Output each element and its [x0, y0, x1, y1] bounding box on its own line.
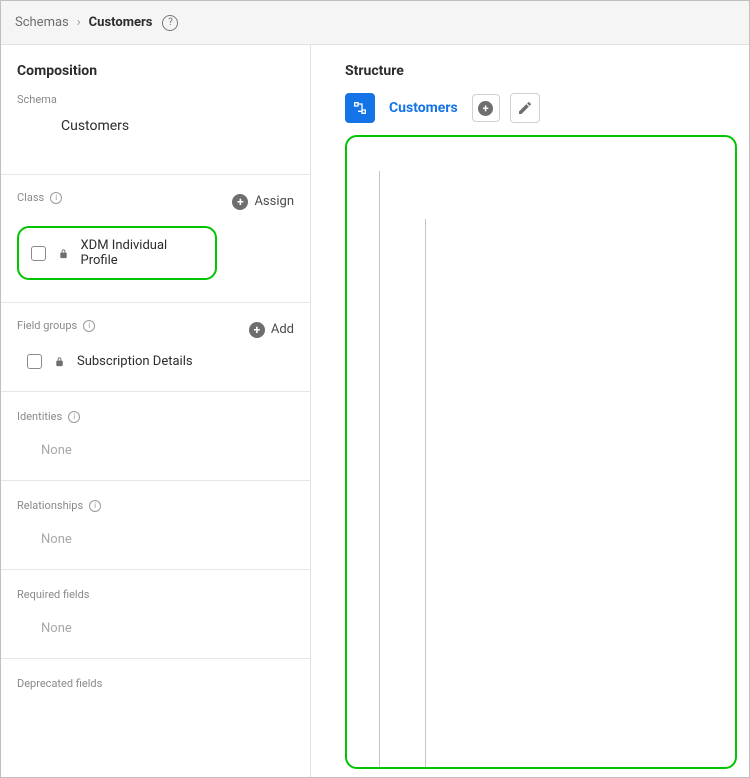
add-button[interactable]: + Add — [249, 322, 294, 338]
breadcrumb-separator: › — [77, 15, 81, 30]
help-icon[interactable]: ? — [162, 15, 178, 31]
edit-button[interactable] — [510, 93, 540, 123]
deprecated-label: Deprecated fields — [17, 677, 294, 690]
checkbox-icon[interactable] — [31, 246, 46, 261]
info-icon[interactable]: i — [83, 320, 95, 332]
class-name: XDM Individual Profile — [81, 238, 203, 268]
class-label: Class i — [17, 191, 62, 204]
required-label: Required fields — [17, 588, 294, 601]
plus-icon: + — [232, 194, 248, 210]
highlighted-fields-panel — [345, 135, 737, 769]
fieldgroup-item[interactable]: Subscription Details — [17, 354, 294, 369]
structure-panel: Structure Customers + — [311, 45, 749, 777]
required-none: None — [17, 609, 294, 636]
lock-icon — [54, 356, 65, 367]
schema-name[interactable]: Customers — [17, 114, 294, 152]
assign-button[interactable]: + Assign — [232, 194, 294, 210]
info-icon[interactable]: i — [68, 411, 80, 423]
add-field-button[interactable]: + — [472, 94, 500, 122]
breadcrumb-parent[interactable]: Schemas — [15, 15, 69, 30]
structure-title: Structure — [345, 63, 737, 79]
checkbox-icon[interactable] — [27, 354, 42, 369]
composition-title: Composition — [17, 63, 294, 79]
breadcrumb-current: Customers — [89, 15, 153, 30]
lock-icon — [58, 248, 69, 259]
class-item[interactable]: XDM Individual Profile — [17, 226, 217, 280]
identities-none: None — [17, 431, 294, 458]
info-icon[interactable]: i — [89, 500, 101, 512]
composition-panel: Composition Schema Customers Class i + A… — [1, 45, 311, 777]
plus-icon: + — [249, 322, 265, 338]
relationships-none: None — [17, 520, 294, 547]
identities-label: Identities i — [17, 410, 294, 423]
info-icon[interactable]: i — [50, 192, 62, 204]
tree-view-button[interactable] — [345, 93, 375, 123]
root-schema-name[interactable]: Customers — [389, 100, 458, 116]
breadcrumb-bar: Schemas › Customers ? — [1, 1, 749, 45]
schema-label: Schema — [17, 93, 294, 106]
relationships-label: Relationships i — [17, 499, 294, 512]
fieldgroup-name: Subscription Details — [77, 354, 193, 369]
fieldgroups-label: Field groups i — [17, 319, 95, 332]
